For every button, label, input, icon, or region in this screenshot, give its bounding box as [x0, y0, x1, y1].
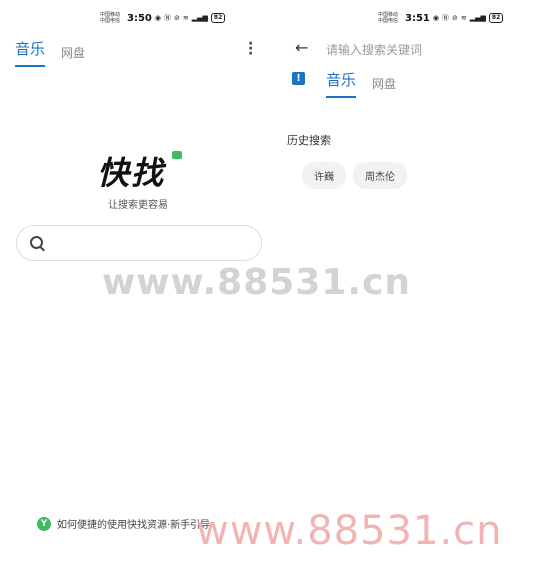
history-list: 许巍 周杰伦	[302, 162, 407, 189]
clock: 3:51	[405, 12, 430, 24]
eye-icon: ◉	[154, 14, 161, 22]
tab-netdisk[interactable]: 网盘	[61, 44, 85, 67]
app-logo: 快找	[97, 154, 166, 192]
guide-text: 如何便捷的使用快找资源·新手引导	[57, 520, 211, 531]
history-title: 历史搜索	[287, 134, 331, 147]
tab-netdisk[interactable]: 网盘	[372, 75, 396, 98]
status-bar: 中国移动 中国电信 3:51 ◉ Ⓝ ⊘ ≋ ▂▄▆ 82	[378, 8, 504, 28]
carrier-bottom: 中国电信	[378, 18, 399, 24]
search-input[interactable]	[16, 225, 262, 261]
search-input[interactable]: 请输入搜索关键词	[326, 41, 422, 58]
clock: 3:50	[127, 12, 152, 24]
battery-icon: 82	[210, 13, 226, 23]
arrow-left-icon[interactable]: ←	[295, 38, 308, 57]
history-chip[interactable]: 周杰伦	[353, 162, 407, 189]
nfc-icon: Ⓝ	[441, 14, 449, 22]
tab-bar: 音乐 网盘	[15, 38, 85, 67]
wifi-icon: ≋	[460, 14, 467, 22]
logo-accent	[172, 151, 182, 159]
watermark: www.88531.cn	[196, 508, 503, 554]
signal-icon: ▂▄▆	[469, 14, 486, 22]
history-chip[interactable]: 许巍	[302, 162, 346, 189]
guide-link[interactable]: Y 如何便捷的使用快找资源·新手引导	[37, 516, 210, 531]
guide-icon: Y	[37, 516, 51, 531]
tab-bar: 音乐 网盘	[326, 69, 396, 98]
battery-icon: 82	[488, 13, 504, 23]
more-vertical-icon[interactable]: · · ·	[248, 37, 253, 61]
search-icon	[30, 236, 43, 249]
carrier-bottom: 中国电信	[100, 18, 121, 24]
tab-music[interactable]: 音乐	[326, 69, 357, 98]
signal-icon: ▂▄▆	[191, 14, 208, 22]
mute-icon: ⊘	[451, 14, 458, 22]
eye-icon: ◉	[432, 14, 439, 22]
notice-icon[interactable]: !	[292, 72, 305, 85]
mute-icon: ⊘	[173, 14, 180, 22]
carrier-label: 中国移动 中国电信	[100, 12, 124, 24]
watermark: www.88531.cn	[102, 262, 412, 303]
slogan: 让搜索更容易	[108, 200, 168, 211]
status-bar: 中国移动 中国电信 3:50 ◉ Ⓝ ⊘ ≋ ▂▄▆ 82	[100, 8, 226, 28]
wifi-icon: ≋	[182, 14, 189, 22]
nfc-icon: Ⓝ	[163, 14, 171, 22]
carrier-label: 中国移动 中国电信	[378, 12, 402, 24]
tab-music[interactable]: 音乐	[15, 38, 46, 67]
